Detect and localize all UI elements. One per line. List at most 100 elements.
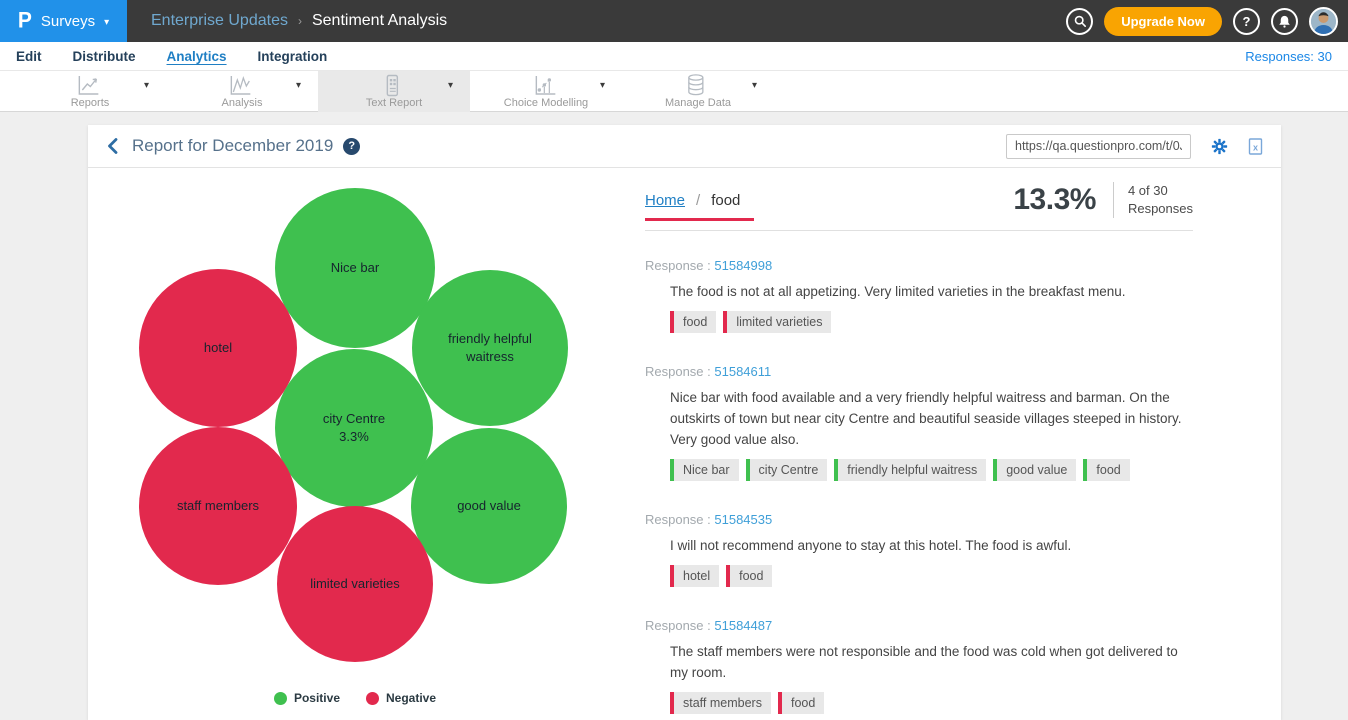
back-button[interactable] <box>106 137 120 155</box>
sentiment-tag-limited-varieties[interactable]: limited varieties <box>723 311 831 333</box>
chevron-down-icon: ▾ <box>104 15 109 28</box>
bubble-city-centre[interactable]: city Centre3.3% <box>275 349 433 507</box>
breadcrumb-home-link[interactable]: Home <box>645 192 685 209</box>
surveys-product-switcher[interactable]: P Surveys ▾ <box>0 0 127 42</box>
subnav-item-distribute[interactable]: Distribute <box>73 49 136 64</box>
response-id-link[interactable]: 51584535 <box>714 512 772 527</box>
chevron-down-icon[interactable]: ▾ <box>144 80 149 91</box>
response-text: The food is not at all appetizing. Very … <box>670 282 1193 303</box>
toolbar-tab-manage-data[interactable]: ▾ Manage Data <box>622 71 774 112</box>
sentiment-tag-food[interactable]: food <box>726 565 772 587</box>
response-id-row: Response : 51584487 <box>645 618 1193 633</box>
sentiment-tag-nice-bar[interactable]: Nice bar <box>670 459 739 481</box>
settings-button[interactable] <box>1211 138 1228 155</box>
top-bar: P Surveys ▾ Enterprise Updates › Sentime… <box>0 0 1348 42</box>
percent-value: 13.3% <box>1013 183 1096 217</box>
bubble-limited-varieties[interactable]: limited varieties <box>277 506 433 662</box>
search-button[interactable] <box>1066 8 1093 35</box>
toolbar-tab-reports[interactable]: ▾Reports <box>14 71 166 112</box>
help-button[interactable]: ? <box>1233 8 1260 35</box>
sentiment-tag-staff-members[interactable]: staff members <box>670 692 771 714</box>
toolbar-tab-label: Analysis <box>166 97 318 109</box>
chevron-down-icon[interactable]: ▾ <box>752 80 757 91</box>
response-item: Response : 51584535 I will not recommend … <box>645 512 1193 591</box>
toolbar-tab-choice-modelling[interactable]: ▾Choice Modelling <box>470 71 622 112</box>
subnav-item-edit[interactable]: Edit <box>16 49 42 64</box>
bubble-label: friendly helpful waitress <box>412 330 568 366</box>
responses-count: Responses: 30 <box>1245 49 1332 64</box>
report-header-actions: x <box>1006 134 1263 159</box>
bubble-friendly-helpful-waitress[interactable]: friendly helpful waitress <box>412 270 568 426</box>
response-tags: food limited varieties <box>670 311 1193 337</box>
filter-breadcrumb: Home / food <box>645 192 754 221</box>
breadcrumb-separator-icon: › <box>298 14 302 28</box>
sentiment-tag-friendly-helpful-waitress[interactable]: friendly helpful waitress <box>834 459 986 481</box>
svg-text:x: x <box>1253 142 1258 152</box>
breadcrumb-separator: / <box>696 192 700 209</box>
avatar-photo <box>1311 9 1336 34</box>
sentiment-tag-food[interactable]: food <box>778 692 824 714</box>
topbar-actions: Upgrade Now ? <box>1066 7 1348 36</box>
upgrade-now-button[interactable]: Upgrade Now <box>1104 7 1222 36</box>
survey-section-nav: Edit Distribute Analytics Integration Respo… <box>0 42 1348 70</box>
sentiment-tag-hotel[interactable]: hotel <box>670 565 719 587</box>
question-mark-icon: ? <box>1243 14 1251 29</box>
legend-item-positive: Positive <box>274 691 340 705</box>
bubble-staff-members[interactable]: staff members <box>139 427 297 585</box>
question-mark-icon: ? <box>348 140 355 152</box>
subnav-item-integration[interactable]: Integration <box>258 49 328 64</box>
response-tags: staff members food <box>670 692 1193 718</box>
response-id-link[interactable]: 51584998 <box>714 258 772 273</box>
response-item: Response : 51584487 The staff members wer… <box>645 618 1193 718</box>
chevron-down-icon[interactable]: ▾ <box>448 80 453 91</box>
responses-list: Response : 51584998 The food is not at al… <box>645 258 1193 717</box>
bubble-hotel[interactable]: hotel <box>139 269 297 427</box>
analytics-toolbar: ▾Reports▾Analysis▾Text Report▾Choice Mod… <box>0 70 1348 112</box>
results-panel: Home / food 13.3% 4 of 30 Responses Resp… <box>645 182 1193 718</box>
sentiment-tag-food[interactable]: food <box>1083 459 1129 481</box>
user-avatar[interactable] <box>1309 7 1338 36</box>
chevron-down-icon[interactable]: ▾ <box>296 80 301 91</box>
toolbar-tab-text-report[interactable]: ▾Text Report <box>318 71 470 112</box>
bubble-value: 3.3% <box>323 428 385 446</box>
bubble-label: city Centre3.3% <box>311 410 397 446</box>
positive-dot-icon <box>274 692 287 705</box>
sentiment-bubble-chart: Positive Negative Nice bar hotel friendly h… <box>88 168 645 720</box>
response-id-link[interactable]: 51584487 <box>714 618 772 633</box>
breadcrumb-current: Sentiment Analysis <box>312 12 447 30</box>
response-tags: hotel food <box>670 565 1193 591</box>
share-url-input[interactable] <box>1006 134 1191 159</box>
bubble-label: hotel <box>192 339 244 357</box>
response-text: The staff members were not responsible a… <box>670 642 1193 684</box>
response-id-link[interactable]: 51584611 <box>714 364 771 379</box>
sentiment-tag-city-centre[interactable]: city Centre <box>746 459 828 481</box>
response-id-row: Response : 51584998 <box>645 258 1193 273</box>
response-item: Response : 51584611Nice bar with food av… <box>645 364 1193 485</box>
breadcrumb-parent[interactable]: Enterprise Updates <box>151 12 288 30</box>
export-excel-button[interactable]: x <box>1248 138 1263 155</box>
chart-legend: Positive Negative <box>88 691 622 705</box>
sentiment-tag-good-value[interactable]: good value <box>993 459 1076 481</box>
bubble-label: limited varieties <box>298 575 412 593</box>
legend-label: Negative <box>386 691 436 705</box>
response-text: I will not recommend anyone to stay at t… <box>670 536 1193 557</box>
bubble-good-value[interactable]: good value <box>411 428 567 584</box>
excel-file-icon: x <box>1248 138 1263 155</box>
breadcrumb: Enterprise Updates › Sentiment Analysis <box>151 12 447 30</box>
response-id-row: Response : 51584535 <box>645 512 1193 527</box>
negative-dot-icon <box>366 692 379 705</box>
report-title: Report for December 2019 <box>132 136 333 156</box>
toolbar-tab-label: Manage Data <box>622 97 774 109</box>
chevron-down-icon[interactable]: ▾ <box>600 80 605 91</box>
results-header: Home / food 13.3% 4 of 30 Responses <box>645 182 1193 231</box>
product-label: Surveys <box>41 13 95 30</box>
report-help-button[interactable]: ? <box>343 138 360 155</box>
subnav-item-analytics[interactable]: Analytics <box>167 49 227 64</box>
analytics-toolbar-tabs: ▾Reports▾Analysis▾Text Report▾Choice Mod… <box>14 71 774 111</box>
legend-label: Positive <box>294 691 340 705</box>
notifications-button[interactable] <box>1271 8 1298 35</box>
bubble-nice-bar[interactable]: Nice bar <box>275 188 435 348</box>
sentiment-tag-food[interactable]: food <box>670 311 716 333</box>
breadcrumb-current-topic: food <box>711 192 740 209</box>
toolbar-tab-analysis[interactable]: ▾ Analysis <box>166 71 318 112</box>
